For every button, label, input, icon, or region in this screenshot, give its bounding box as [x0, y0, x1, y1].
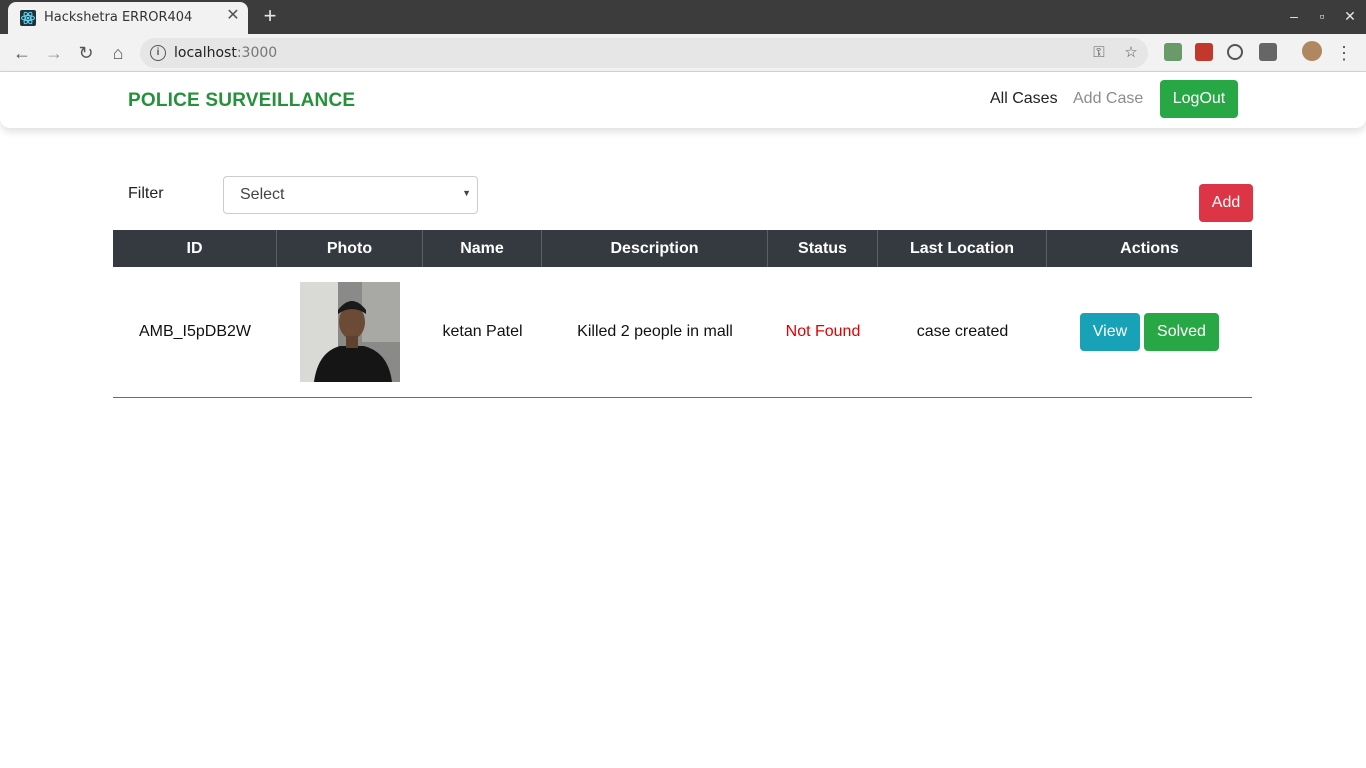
back-arrow-icon[interactable]: ←	[10, 41, 34, 65]
case-id: AMB_I5pDB2W	[138, 323, 252, 340]
nav-add-case[interactable]: Add Case	[1073, 90, 1143, 108]
site-info-icon[interactable]: i	[150, 45, 166, 61]
suspect-name: ketan Patel	[442, 323, 523, 340]
brand-title[interactable]: POLICE SURVEILLANCE	[128, 90, 355, 112]
cases-table: ID Photo Name Description Status Last Lo…	[113, 230, 1252, 398]
window-close-icon[interactable]: ✕	[1340, 6, 1360, 26]
address-bar[interactable]: i localhost:3000 ⚿ ☆	[140, 38, 1148, 68]
menu-dots-icon[interactable]: ⋮	[1332, 41, 1356, 65]
filter-label: Filter	[128, 185, 164, 202]
browser-toolbar: ← → ↻ ⌂ i localhost:3000 ⚿ ☆ ⋮	[0, 34, 1366, 72]
filter-selected-value: Select	[240, 186, 285, 203]
new-tab-icon[interactable]: +	[258, 5, 282, 29]
view-button[interactable]: View	[1080, 313, 1140, 351]
logout-button[interactable]: LogOut	[1160, 80, 1238, 118]
column-header-id: ID	[113, 230, 277, 267]
minimize-icon[interactable]: –	[1284, 6, 1304, 26]
react-favicon-icon	[20, 10, 36, 26]
forward-arrow-icon[interactable]: →	[42, 41, 66, 65]
reload-icon[interactable]: ↻	[74, 41, 98, 65]
profile-avatar[interactable]	[1302, 41, 1322, 61]
home-icon[interactable]: ⌂	[106, 41, 130, 65]
key-icon[interactable]: ⚿	[1090, 44, 1108, 62]
url-text: localhost:3000	[174, 45, 278, 61]
add-button[interactable]: Add	[1199, 184, 1253, 222]
extension-icon[interactable]	[1195, 43, 1213, 61]
browser-tab-bar: Hackshetra ERROR404 ✕ + – ▫ ✕	[0, 0, 1366, 34]
column-header-description: Description	[542, 230, 768, 267]
solved-button[interactable]: Solved	[1144, 313, 1219, 351]
tab-title: Hackshetra ERROR404	[44, 10, 193, 25]
actions-cell: View Solved	[1047, 267, 1252, 397]
extension-icon[interactable]	[1164, 43, 1182, 61]
column-header-name: Name	[423, 230, 542, 267]
extension-icon[interactable]	[1259, 43, 1277, 61]
maximize-icon[interactable]: ▫	[1312, 6, 1332, 26]
column-header-actions: Actions	[1120, 240, 1179, 257]
bookmark-star-icon[interactable]: ☆	[1122, 44, 1140, 62]
last-location: case created	[916, 323, 1009, 340]
browser-tab[interactable]: Hackshetra ERROR404 ✕	[8, 2, 248, 34]
app-navbar: POLICE SURVEILLANCE All Cases Add Case L…	[0, 72, 1366, 128]
extension-icon[interactable]	[1227, 44, 1243, 60]
column-header-last-location: Last Location	[878, 230, 1047, 267]
table-row: AMB_I5pDB2W ketan Patel Killed 2 people …	[113, 267, 1252, 398]
suspect-photo	[300, 282, 400, 382]
tab-close-icon[interactable]: ✕	[224, 7, 242, 25]
column-header-photo: Photo	[277, 230, 423, 267]
filter-select[interactable]: Select ▼	[223, 176, 478, 214]
table-header: ID Photo Name Description Status Last Lo…	[113, 230, 1252, 267]
case-description: Killed 2 people in mall	[577, 323, 733, 340]
chevron-down-icon: ▼	[462, 188, 471, 198]
photo-cell	[277, 267, 423, 397]
column-header-status: Status	[768, 230, 878, 267]
nav-all-cases[interactable]: All Cases	[990, 90, 1058, 108]
status-text: Not Found	[785, 323, 861, 340]
